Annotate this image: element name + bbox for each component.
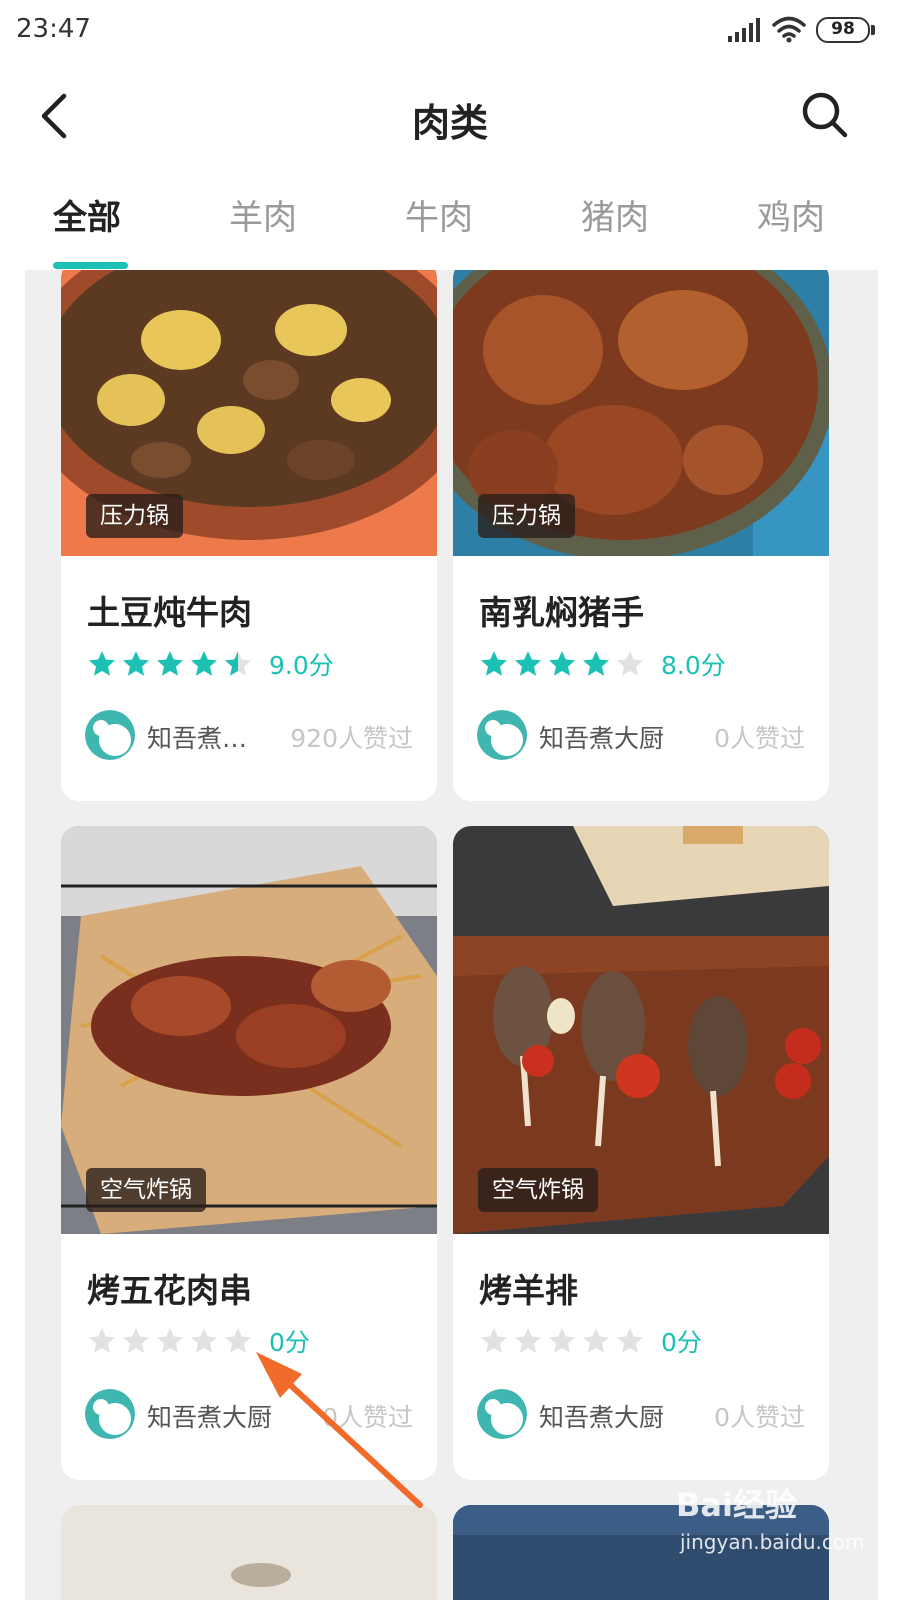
like-count: 0人赞过	[714, 1403, 805, 1432]
recipe-title: 烤五花肉串	[87, 1271, 252, 1310]
star-icon	[225, 1328, 251, 1353]
star-icon	[583, 651, 609, 676]
rating-row: 0分	[479, 1324, 702, 1358]
star-icon	[123, 651, 149, 676]
search-icon[interactable]	[800, 90, 850, 140]
watermark-url: jingyan.baidu.com	[680, 1530, 865, 1554]
rating-row: 9.0分	[87, 647, 334, 681]
chef-avatar	[85, 1389, 135, 1439]
star-rating	[479, 649, 649, 679]
rating-score: 9.0分	[269, 651, 334, 680]
star-icon	[549, 1328, 575, 1353]
wifi-icon	[772, 16, 806, 43]
recipe-card[interactable]: 空气炸锅 烤五花肉串 0分 知吾煮大厨 0人赞过	[61, 826, 437, 1480]
recipe-card[interactable]: 空气炸锅 烤羊排 0分 知吾煮大厨 0人赞过	[453, 826, 829, 1480]
signal-icon	[728, 18, 760, 42]
author-name: 知吾煮大厨	[539, 724, 665, 753]
appliance-tag: 空气炸锅	[478, 1168, 598, 1212]
author-name: 知吾煮大厨	[147, 1403, 273, 1432]
author-name: 知吾煮…	[147, 724, 248, 753]
header: 肉类	[0, 70, 900, 160]
appliance-tag: 压力锅	[478, 494, 575, 538]
star-icon	[225, 651, 251, 676]
recipe-card[interactable]	[61, 1505, 437, 1600]
star-rating	[87, 1326, 257, 1356]
star-rating	[87, 649, 257, 679]
active-tab-indicator	[53, 262, 128, 269]
recipe-card[interactable]: 压力锅 土豆炖牛肉 9.0分 知吾煮… 920人赞过	[61, 270, 437, 801]
star-icon	[89, 1328, 115, 1353]
star-icon	[123, 1328, 149, 1353]
chef-avatar	[85, 710, 135, 760]
like-count: 920人赞过	[290, 724, 413, 753]
tab-pork[interactable]: 猪肉	[581, 190, 649, 239]
tab-all[interactable]: 全部	[53, 190, 121, 239]
recipe-image	[61, 1505, 437, 1600]
star-icon	[481, 1328, 507, 1353]
battery-icon: 98	[816, 17, 875, 43]
tab-lamb[interactable]: 羊肉	[229, 190, 297, 239]
tab-chicken[interactable]: 鸡肉	[757, 190, 825, 239]
recipe-grid: 压力锅 土豆炖牛肉 9.0分 知吾煮… 920人赞过 压力锅 南乳焖猪手 8.0…	[25, 270, 878, 1600]
status-bar: 23:47 98	[0, 0, 900, 60]
recipe-title: 土豆炖牛肉	[87, 593, 252, 632]
rating-row: 0分	[87, 1324, 310, 1358]
battery-level: 98	[831, 19, 855, 39]
rating-score: 8.0分	[661, 651, 726, 680]
watermark: Bai经验 jingyan.baidu.com	[676, 1470, 876, 1585]
chef-avatar	[477, 1389, 527, 1439]
watermark-logo: Bai经验	[676, 1486, 797, 1524]
like-count: 0人赞过	[714, 724, 805, 753]
chef-avatar	[477, 710, 527, 760]
appliance-tag: 空气炸锅	[86, 1168, 206, 1212]
author-name: 知吾煮大厨	[539, 1403, 665, 1432]
star-rating	[479, 1326, 649, 1356]
star-icon	[191, 651, 217, 676]
star-icon	[191, 1328, 217, 1353]
star-icon	[515, 1328, 541, 1353]
star-icon	[481, 651, 507, 676]
star-icon	[89, 651, 115, 676]
star-icon	[515, 651, 541, 676]
recipe-title: 南乳焖猪手	[479, 593, 644, 632]
star-icon	[157, 1328, 183, 1353]
star-icon	[157, 651, 183, 676]
rating-score: 0分	[269, 1328, 310, 1357]
like-count: 0人赞过	[322, 1403, 413, 1432]
page-title: 肉类	[411, 101, 488, 145]
recipe-card[interactable]: 压力锅 南乳焖猪手 8.0分 知吾煮大厨 0人赞过	[453, 270, 829, 801]
tab-beef[interactable]: 牛肉	[405, 190, 473, 239]
status-time: 23:47	[16, 14, 91, 44]
star-icon	[617, 1328, 643, 1353]
rating-score: 0分	[661, 1328, 702, 1357]
rating-row: 8.0分	[479, 647, 726, 681]
appliance-tag: 压力锅	[86, 494, 183, 538]
star-icon	[549, 651, 575, 676]
star-icon	[583, 1328, 609, 1353]
recipe-title: 烤羊排	[479, 1271, 578, 1310]
category-tabs: 全部 羊肉 牛肉 猪肉 鸡肉	[0, 190, 900, 270]
star-icon	[617, 651, 643, 676]
